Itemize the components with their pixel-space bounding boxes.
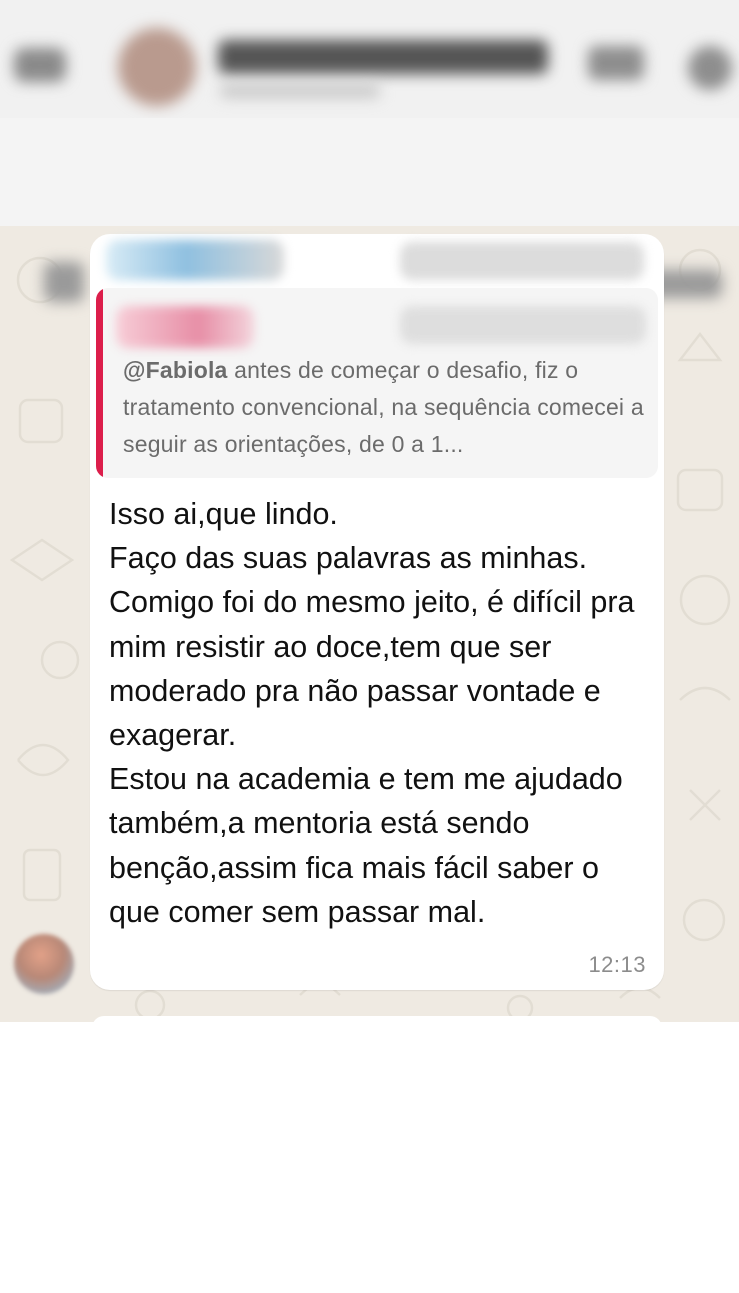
quoted-author-redacted [116, 306, 254, 348]
next-message-bubble[interactable] [92, 1016, 662, 1022]
chat-title-redacted[interactable] [218, 40, 548, 74]
sender-avatar[interactable] [14, 934, 74, 994]
message-text: Isso ai,que lindo. Faço das suas palavra… [109, 497, 635, 929]
quote-accent-bar [96, 288, 103, 478]
phone-icon[interactable] [688, 46, 732, 90]
quoted-message[interactable]: @Fabiola antes de começar o desafio, fiz… [96, 288, 658, 478]
mention[interactable]: @Fabiola [123, 357, 228, 383]
quoted-phone-redacted [400, 306, 646, 344]
chat-header [0, 0, 739, 118]
sender-name-redacted[interactable] [106, 240, 284, 280]
quoted-text: @Fabiola antes de começar o desafio, fiz… [123, 352, 651, 463]
chat-subtitle-redacted [220, 84, 380, 98]
video-call-icon[interactable] [588, 46, 644, 80]
pinned-message-bar[interactable] [0, 118, 739, 302]
sender-phone-redacted [400, 242, 644, 280]
chat-area: @Fabiola antes de começar o desafio, fiz… [0, 0, 739, 1022]
back-arrow-icon[interactable] [14, 48, 66, 82]
pin-icon [44, 262, 84, 302]
message-timestamp: 12:13 [588, 952, 646, 977]
group-avatar[interactable] [118, 28, 196, 106]
